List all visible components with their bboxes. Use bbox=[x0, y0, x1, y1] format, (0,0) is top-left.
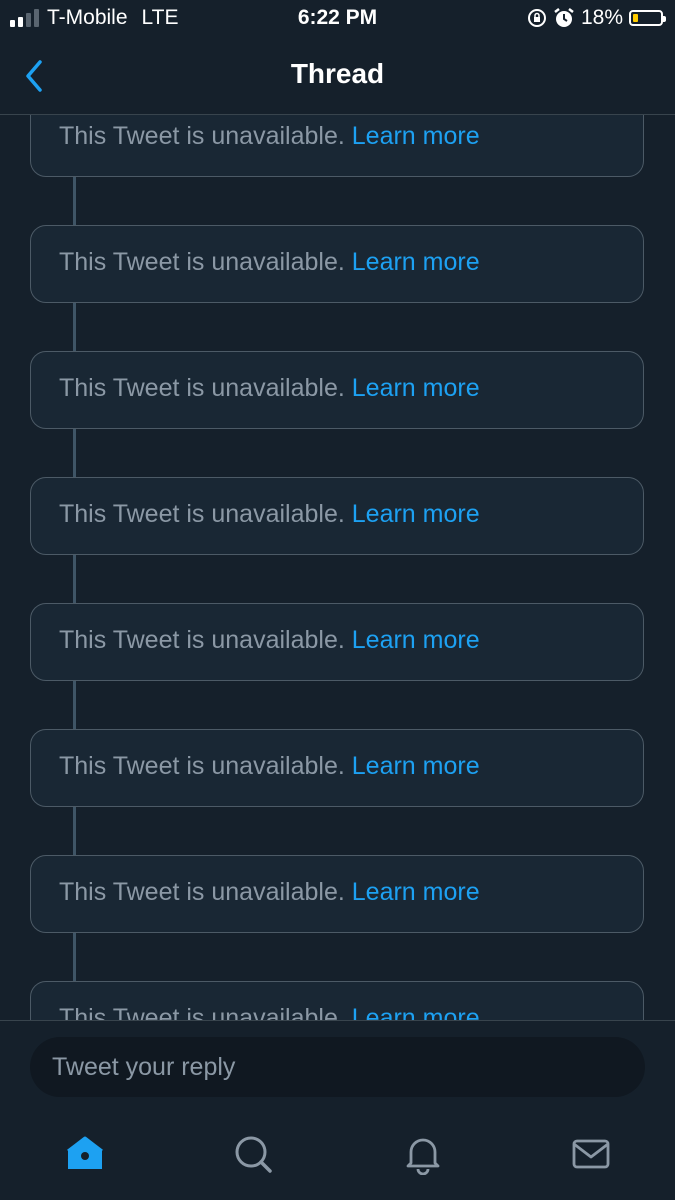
learn-more-link[interactable]: Learn more bbox=[352, 248, 480, 276]
unavailable-message: This Tweet is unavailable. bbox=[59, 248, 345, 276]
unavailable-tweet-text: This Tweet is unavailable. Learn more bbox=[59, 626, 480, 655]
tab-messages[interactable] bbox=[569, 1132, 613, 1176]
unavailable-tweet-card[interactable]: This Tweet is unavailable. Learn more bbox=[30, 477, 644, 555]
alarm-icon bbox=[554, 8, 574, 27]
nav-header: Thread bbox=[0, 38, 675, 115]
unavailable-tweet-text: This Tweet is unavailable. Learn more bbox=[59, 500, 480, 529]
unavailable-tweet-text: This Tweet is unavailable. Learn more bbox=[59, 878, 480, 907]
unavailable-message: This Tweet is unavailable. bbox=[59, 374, 345, 402]
battery-level-fill bbox=[633, 14, 638, 22]
messages-icon bbox=[572, 1139, 610, 1169]
thread-connector-line bbox=[73, 807, 76, 855]
tab-search[interactable] bbox=[231, 1132, 275, 1176]
unavailable-tweet-card[interactable]: This Tweet is unavailable. Learn more bbox=[30, 351, 644, 429]
unavailable-tweet-text: This Tweet is unavailable. Learn more bbox=[59, 374, 480, 403]
thread-connector-line bbox=[73, 681, 76, 729]
unavailable-tweet-card[interactable]: This Tweet is unavailable. Learn more bbox=[30, 855, 644, 933]
unavailable-tweet-text: This Tweet is unavailable. Learn more bbox=[59, 752, 480, 781]
notifications-icon bbox=[406, 1138, 440, 1175]
tab-bar bbox=[0, 1110, 675, 1200]
unavailable-message: This Tweet is unavailable. bbox=[59, 626, 345, 654]
unavailable-tweet-text: This Tweet is unavailable. Learn more bbox=[59, 122, 480, 151]
learn-more-link[interactable]: Learn more bbox=[352, 752, 480, 780]
reply-input[interactable] bbox=[30, 1037, 645, 1097]
unavailable-message: This Tweet is unavailable. bbox=[59, 878, 345, 906]
tab-home[interactable] bbox=[63, 1132, 107, 1176]
unavailable-tweet-text: This Tweet is unavailable. Learn more bbox=[59, 1004, 480, 1020]
thread-connector-line bbox=[73, 555, 76, 603]
tab-notifications[interactable] bbox=[401, 1132, 445, 1176]
search-icon bbox=[235, 1136, 272, 1173]
thread-list: This Tweet is unavailable. Learn more Thi… bbox=[0, 115, 675, 1020]
unavailable-message: This Tweet is unavailable. bbox=[59, 1004, 345, 1020]
unavailable-tweet-card[interactable]: This Tweet is unavailable. Learn more bbox=[30, 225, 644, 303]
learn-more-link[interactable]: Learn more bbox=[352, 374, 480, 402]
unavailable-tweet-card[interactable]: This Tweet is unavailable. Learn more bbox=[30, 981, 644, 1020]
status-right: 18% bbox=[527, 6, 666, 30]
unavailable-message: This Tweet is unavailable. bbox=[59, 752, 345, 780]
unavailable-tweet-card[interactable]: This Tweet is unavailable. Learn more bbox=[30, 729, 644, 807]
learn-more-link[interactable]: Learn more bbox=[352, 1004, 480, 1020]
status-bar: T-Mobile LTE 6:22 PM 18% bbox=[0, 0, 675, 38]
unavailable-message: This Tweet is unavailable. bbox=[59, 122, 345, 150]
reply-bar bbox=[0, 1020, 675, 1111]
learn-more-link[interactable]: Learn more bbox=[352, 122, 480, 150]
home-icon bbox=[67, 1136, 103, 1169]
unavailable-tweet-card[interactable]: This Tweet is unavailable. Learn more bbox=[30, 115, 644, 177]
unavailable-tweet-text: This Tweet is unavailable. Learn more bbox=[59, 248, 480, 277]
thread-connector-line bbox=[73, 177, 76, 225]
thread-connector-line bbox=[73, 933, 76, 981]
unavailable-message: This Tweet is unavailable. bbox=[59, 500, 345, 528]
unavailable-tweet-card[interactable]: This Tweet is unavailable. Learn more bbox=[30, 603, 644, 681]
orientation-lock-icon bbox=[527, 9, 546, 27]
battery-percent: 18% bbox=[580, 6, 623, 29]
thread-connector-line bbox=[73, 303, 76, 351]
page-title: Thread bbox=[290, 58, 385, 89]
learn-more-link[interactable]: Learn more bbox=[352, 500, 480, 528]
learn-more-link[interactable]: Learn more bbox=[352, 878, 480, 906]
learn-more-link[interactable]: Learn more bbox=[352, 626, 480, 654]
thread-connector-line bbox=[73, 429, 76, 477]
battery-icon bbox=[629, 10, 666, 26]
